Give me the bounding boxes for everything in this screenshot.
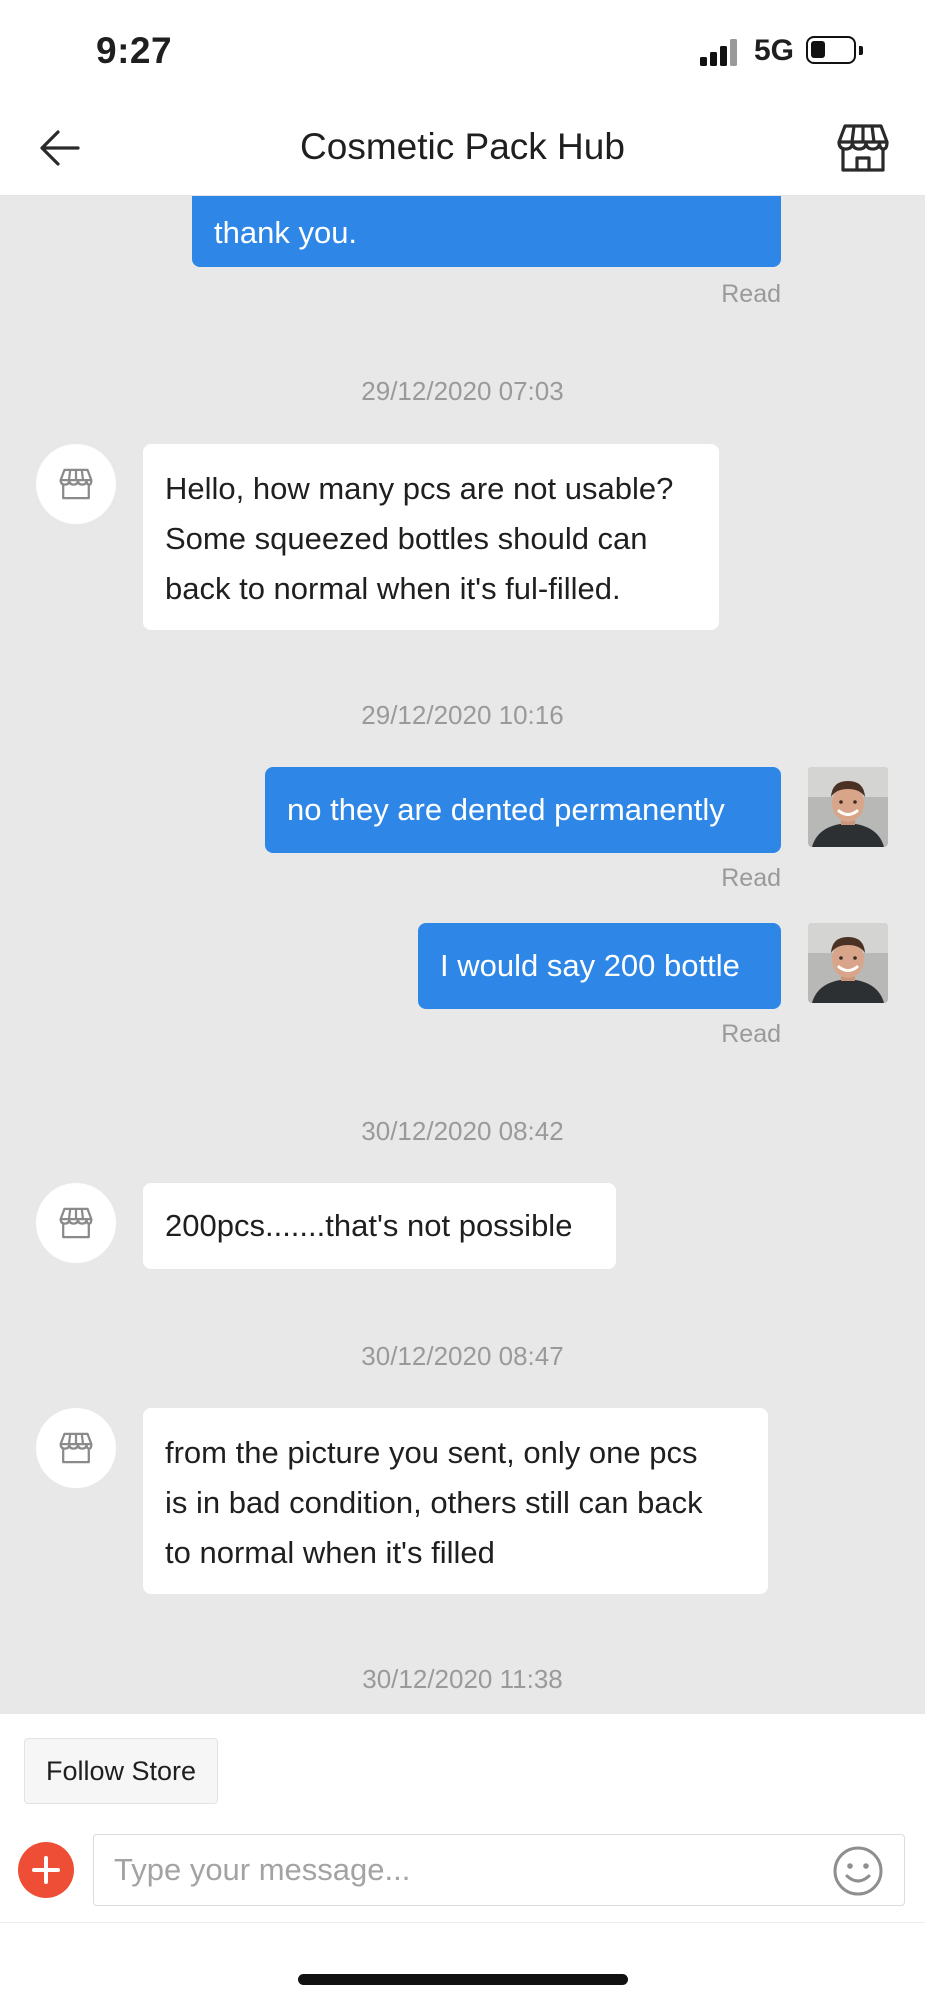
message-timestamp: 29/12/2020 07:03 — [361, 376, 564, 406]
storefront-icon — [59, 1432, 93, 1464]
add-attachment-button[interactable] — [18, 1842, 74, 1898]
read-receipt: Read — [721, 864, 781, 892]
message-line: to normal when it's filled — [165, 1535, 495, 1570]
message-text: thank you. — [214, 215, 358, 250]
user-avatar — [808, 767, 888, 847]
status-time: 9:27 — [96, 30, 173, 71]
storefront-icon — [59, 468, 93, 500]
network-label: 5G — [754, 34, 795, 67]
home-indicator — [298, 1974, 628, 1985]
store-button[interactable] — [831, 116, 895, 180]
message-line: back to normal when it's ful-filled. — [165, 571, 621, 606]
message-line: is in bad condition, others still can ba… — [165, 1485, 703, 1520]
composer-area: Follow Store — [0, 1714, 925, 2000]
message-line: Hello, how many pcs are not usable? — [165, 471, 674, 506]
user-avatar — [808, 923, 888, 1003]
message-bubble-sent: thank you. — [192, 196, 781, 267]
message-input[interactable] — [114, 1835, 814, 1905]
battery-icon — [806, 36, 863, 64]
storefront-icon — [837, 124, 889, 172]
store-avatar — [36, 1408, 116, 1488]
read-receipt: Read — [721, 280, 781, 308]
message-text: 200pcs.......that's not possible — [165, 1208, 573, 1243]
message-bubble-sent: I would say 200 bottle — [418, 923, 781, 1009]
divider — [0, 1922, 925, 1923]
read-receipt: Read — [721, 1020, 781, 1048]
message-bubble-received: 200pcs.......that's not possible — [143, 1183, 616, 1269]
message-line: Some squeezed bottles should can — [165, 521, 648, 556]
signal-icon — [700, 38, 740, 66]
message-bubble-received: Hello, how many pcs are not usable? Some… — [143, 444, 719, 630]
message-bubble-received: from the picture you sent, only one pcs … — [143, 1408, 768, 1594]
message-bubble-sent: no they are dented permanently — [265, 767, 781, 853]
message-text: no they are dented permanently — [287, 792, 725, 827]
plus-icon — [32, 1856, 60, 1884]
page-title: Cosmetic Pack Hub — [300, 126, 625, 167]
message-text: I would say 200 bottle — [440, 948, 740, 983]
message-input-wrapper — [93, 1834, 905, 1906]
storefront-icon — [59, 1207, 93, 1239]
status-bar: 9:27 5G — [0, 0, 925, 100]
store-avatar — [36, 444, 116, 524]
message-timestamp: 30/12/2020 11:38 — [362, 1664, 563, 1694]
message-timestamp: 30/12/2020 08:47 — [361, 1341, 564, 1371]
message-timestamp: 29/12/2020 10:16 — [361, 700, 564, 730]
chat-messages[interactable]: thank you. Read 29/12/2020 07:03 Hello, … — [0, 196, 925, 1714]
store-avatar — [36, 1183, 116, 1263]
follow-store-button[interactable]: Follow Store — [24, 1738, 218, 1804]
chat-header: Cosmetic Pack Hub — [0, 100, 925, 196]
message-line: from the picture you sent, only one pcs — [165, 1435, 698, 1470]
smiley-icon[interactable] — [832, 1845, 884, 1897]
message-timestamp: 30/12/2020 08:42 — [361, 1116, 564, 1146]
